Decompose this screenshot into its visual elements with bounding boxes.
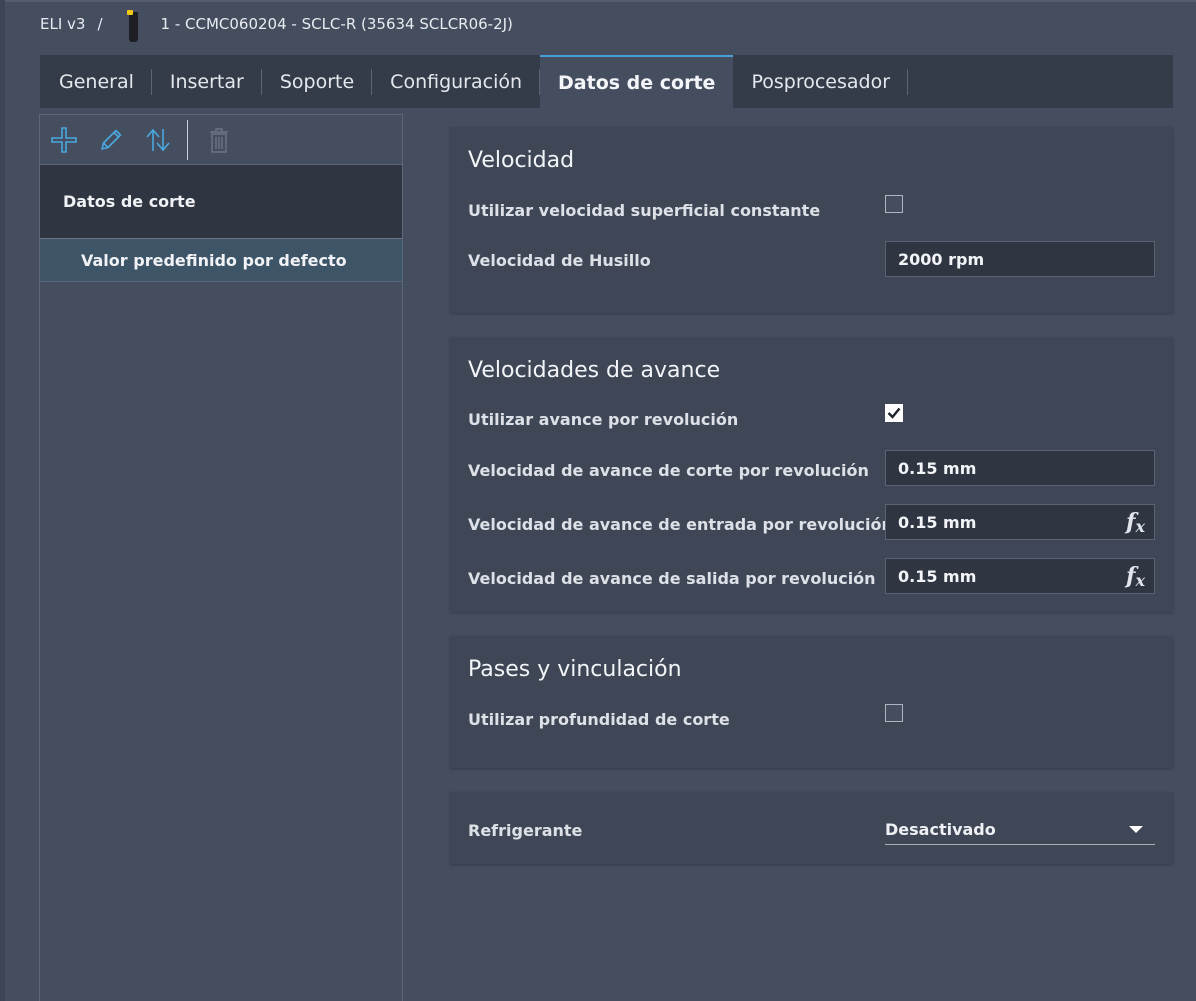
presets-toolbar	[40, 115, 402, 165]
cutting-feed-value: 0.15 mm	[898, 458, 977, 478]
window-top-border	[0, 0, 1196, 2]
exit-feed-value: 0.15 mm	[898, 566, 977, 586]
exit-feed-label: Velocidad de avance de salida por revolu…	[468, 569, 876, 588]
exit-feed-field[interactable]: 0.15 mm fx	[885, 558, 1155, 594]
preset-item-default[interactable]: Valor predefinido por defecto	[40, 239, 402, 282]
coolant-selected-value: Desactivado	[885, 820, 996, 839]
cutting-feed-field[interactable]: 0.15 mm	[885, 450, 1155, 486]
entry-feed-label: Velocidad de avance de entrada por revol…	[468, 515, 893, 534]
feedrate-section: Velocidades de avance Utilizar avance po…	[450, 337, 1173, 612]
tab-bar: General Insertar Soporte Configuración D…	[40, 55, 1173, 108]
coolant-section: Refrigerante Desactivado	[450, 792, 1173, 864]
edit-preset-button[interactable]	[96, 125, 126, 155]
presets-header: Datos de corte	[40, 165, 402, 239]
add-preset-button[interactable]	[49, 125, 79, 155]
pencil-icon	[101, 129, 122, 150]
breadcrumb-library[interactable]: ELI v3	[40, 15, 85, 33]
sort-arrows-icon	[146, 128, 170, 151]
depth-of-cut-checkbox[interactable]	[885, 704, 903, 722]
breadcrumb-tool-name: 1 - CCMC060204 - SCLC-R (35634 SCLCR06-2…	[160, 15, 513, 33]
turning-tool-icon	[125, 6, 139, 42]
depth-of-cut-label: Utilizar profundidad de corte	[468, 710, 730, 729]
plus-icon	[51, 126, 77, 153]
coolant-label: Refrigerante	[468, 821, 583, 840]
feedrate-title: Velocidades de avance	[468, 358, 721, 383]
passes-linking-title: Pases y vinculación	[468, 657, 682, 682]
trash-icon	[210, 127, 228, 153]
tab-datos-de-corte[interactable]: Datos de corte	[540, 55, 734, 108]
cutting-feed-label: Velocidad de avance de corte por revoluc…	[468, 461, 869, 480]
checkmark-icon	[887, 407, 901, 419]
reorder-presets-button[interactable]	[143, 125, 173, 155]
tab-configuracion[interactable]: Configuración	[372, 55, 540, 108]
delete-preset-button[interactable]	[204, 125, 234, 155]
tab-soporte[interactable]: Soporte	[262, 55, 373, 108]
breadcrumb: ELI v3 / 1 - CCMC060204 - SCLC-R (35634 …	[40, 6, 513, 42]
function-fx-icon[interactable]: fx	[1126, 509, 1145, 536]
toolbar-divider	[187, 119, 188, 160]
entry-feed-value: 0.15 mm	[898, 512, 977, 532]
function-fx-icon[interactable]: fx	[1126, 563, 1145, 590]
feed-per-rev-label: Utilizar avance por revolución	[468, 410, 739, 429]
constant-surface-speed-checkbox[interactable]	[885, 195, 903, 213]
window-left-border	[0, 0, 5, 1001]
constant-surface-speed-label: Utilizar velocidad superficial constante	[468, 201, 821, 220]
coolant-select[interactable]: Desactivado	[885, 815, 1155, 845]
spindle-speed-field[interactable]: 2000 rpm	[885, 241, 1155, 277]
tab-posprocesador[interactable]: Posprocesador	[733, 55, 908, 108]
tab-insertar[interactable]: Insertar	[152, 55, 262, 108]
breadcrumb-separator: /	[97, 15, 103, 33]
velocidad-section: Velocidad Utilizar velocidad superficial…	[450, 127, 1173, 313]
feed-per-rev-checkbox[interactable]	[885, 404, 903, 422]
entry-feed-field[interactable]: 0.15 mm fx	[885, 504, 1155, 540]
passes-linking-section: Pases y vinculación Utilizar profundidad…	[450, 636, 1173, 768]
tab-general[interactable]: General	[40, 55, 152, 108]
spindle-speed-value: 2000 rpm	[898, 249, 985, 269]
velocidad-title: Velocidad	[468, 148, 575, 173]
spindle-speed-label: Velocidad de Husillo	[468, 251, 651, 270]
chevron-down-icon	[1129, 826, 1143, 833]
presets-panel: Datos de corte Valor predefinido por def…	[39, 114, 403, 1001]
